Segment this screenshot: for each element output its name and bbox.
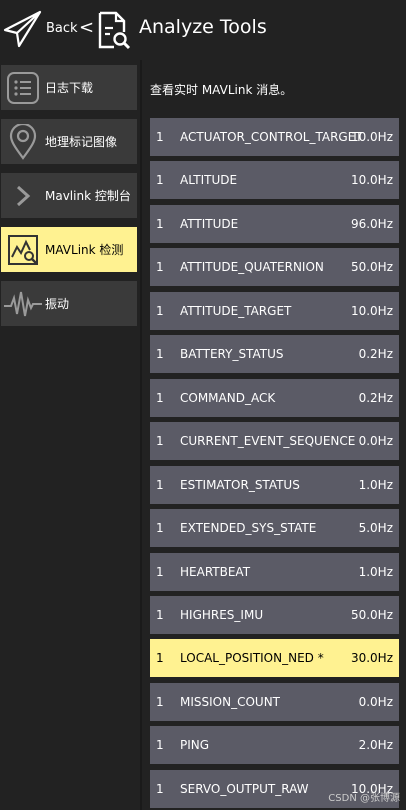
- waveform-icon: [1, 281, 45, 326]
- message-system-id: 1: [156, 565, 164, 579]
- message-name: ACTUATOR_CONTROL_TARGET: [180, 130, 363, 144]
- message-name: ALTITUDE: [180, 173, 238, 187]
- message-row-selected[interactable]: 1 LOCAL_POSITION_NED * 30.0Hz: [150, 639, 399, 677]
- message-system-id: 1: [156, 478, 164, 492]
- message-name: PING: [180, 738, 210, 752]
- message-system-id: 1: [156, 782, 164, 796]
- message-rate: 0.0Hz: [358, 695, 393, 709]
- message-rate: 96.0Hz: [350, 217, 393, 231]
- message-name: SERVO_OUTPUT_RAW: [180, 782, 309, 796]
- message-name: ATTITUDE_TARGET: [180, 304, 292, 318]
- message-name: EXTENDED_SYS_STATE: [180, 521, 317, 535]
- message-system-id: 1: [156, 695, 164, 709]
- breadcrumb-separator: <: [79, 17, 95, 38]
- message-name: ATTITUDE: [180, 217, 239, 231]
- message-system-id: 1: [156, 260, 164, 274]
- message-rate: 0.0Hz: [358, 434, 393, 448]
- message-row[interactable]: 1 ATTITUDE 96.0Hz: [150, 205, 399, 243]
- sidebar-item-mavlink-inspector[interactable]: MAVLink 检测: [1, 227, 137, 272]
- message-rate: 50.0Hz: [350, 608, 393, 622]
- sidebar-item-geotag-images[interactable]: 地理标记图像: [1, 119, 137, 164]
- inspector-hint: 查看实时 MAVLink 消息。: [150, 83, 293, 97]
- watermark: CSDN @张博源: [328, 793, 400, 804]
- sidebar-item-label: 地理标记图像: [45, 135, 118, 149]
- chart-search-icon: [1, 227, 45, 272]
- header: Back < Analyze Tools: [0, 0, 406, 60]
- message-name: BATTERY_STATUS: [180, 347, 284, 361]
- message-system-id: 1: [156, 738, 164, 752]
- message-system-id: 1: [156, 347, 164, 361]
- document-search-icon: [98, 11, 131, 50]
- message-rate: 1.0Hz: [358, 478, 393, 492]
- message-system-id: 1: [156, 608, 164, 622]
- message-rate: 5.0Hz: [358, 521, 393, 535]
- page-title: Analyze Tools: [139, 16, 267, 38]
- message-rate: 1.0Hz: [358, 565, 393, 579]
- message-row[interactable]: 1 HIGHRES_IMU 50.0Hz: [150, 596, 399, 634]
- sidebar-item-label: MAVLink 检测: [45, 243, 124, 257]
- message-name: HEARTBEAT: [180, 565, 251, 579]
- message-system-id: 1: [156, 651, 164, 665]
- sidebar-item-vibration[interactable]: 振动: [1, 281, 137, 326]
- message-system-id: 1: [156, 217, 164, 231]
- message-row[interactable]: 1 EXTENDED_SYS_STATE 5.0Hz: [150, 509, 399, 547]
- message-name: MISSION_COUNT: [180, 695, 281, 709]
- map-pin-icon: [1, 119, 45, 164]
- message-row[interactable]: 1 HEARTBEAT 1.0Hz: [150, 553, 399, 591]
- sidebar-item-label: 振动: [45, 297, 70, 311]
- message-row[interactable]: 1 ATTITUDE_TARGET 10.0Hz: [150, 292, 399, 330]
- list-icon: [1, 65, 45, 110]
- message-name: HIGHRES_IMU: [180, 608, 264, 622]
- sidebar-item-label: 日志下载: [45, 81, 94, 95]
- message-name: ESTIMATOR_STATUS: [180, 478, 300, 492]
- paper-plane-back-icon[interactable]: [2, 8, 44, 50]
- back-button[interactable]: Back: [46, 21, 78, 36]
- message-system-id: 1: [156, 130, 164, 144]
- message-name: ATTITUDE_QUATERNION: [180, 260, 324, 274]
- message-system-id: 1: [156, 304, 164, 318]
- message-system-id: 1: [156, 391, 164, 405]
- message-name: COMMAND_ACK: [180, 391, 276, 405]
- message-rate: 0.2Hz: [358, 347, 393, 361]
- message-row[interactable]: 1 ALTITUDE 10.0Hz: [150, 161, 399, 199]
- message-rate: 10.0Hz: [350, 130, 393, 144]
- message-name: CURRENT_EVENT_SEQUENCE: [180, 434, 356, 448]
- message-row[interactable]: 1 COMMAND_ACK 0.2Hz: [150, 379, 399, 417]
- message-name: LOCAL_POSITION_NED *: [180, 651, 324, 665]
- sidebar-item-label: Mavlink 控制台: [45, 189, 131, 203]
- message-system-id: 1: [156, 173, 164, 187]
- divider: [140, 60, 142, 810]
- message-row[interactable]: 1 CURRENT_EVENT_SEQUENCE 0.0Hz: [150, 422, 399, 460]
- sidebar-item-mavlink-console[interactable]: Mavlink 控制台: [1, 173, 137, 218]
- message-row[interactable]: 1 MISSION_COUNT 0.0Hz: [150, 683, 399, 721]
- sidebar-item-log-download[interactable]: 日志下载: [1, 65, 137, 110]
- message-system-id: 1: [156, 521, 164, 535]
- message-rate: 10.0Hz: [350, 173, 393, 187]
- message-row[interactable]: 1 BATTERY_STATUS 0.2Hz: [150, 335, 399, 373]
- message-rate: 0.2Hz: [358, 391, 393, 405]
- message-system-id: 1: [156, 434, 164, 448]
- message-row[interactable]: 1 ATTITUDE_QUATERNION 50.0Hz: [150, 248, 399, 286]
- message-rate: 2.0Hz: [358, 738, 393, 752]
- message-row[interactable]: 1 PING 2.0Hz: [150, 726, 399, 764]
- message-rate: 30.0Hz: [350, 651, 393, 665]
- message-rate: 10.0Hz: [350, 304, 393, 318]
- message-row[interactable]: 1 ESTIMATOR_STATUS 1.0Hz: [150, 466, 399, 504]
- message-rate: 50.0Hz: [350, 260, 393, 274]
- message-row[interactable]: 1 ACTUATOR_CONTROL_TARGET 10.0Hz: [150, 118, 399, 156]
- chevron-right-icon: [1, 173, 45, 218]
